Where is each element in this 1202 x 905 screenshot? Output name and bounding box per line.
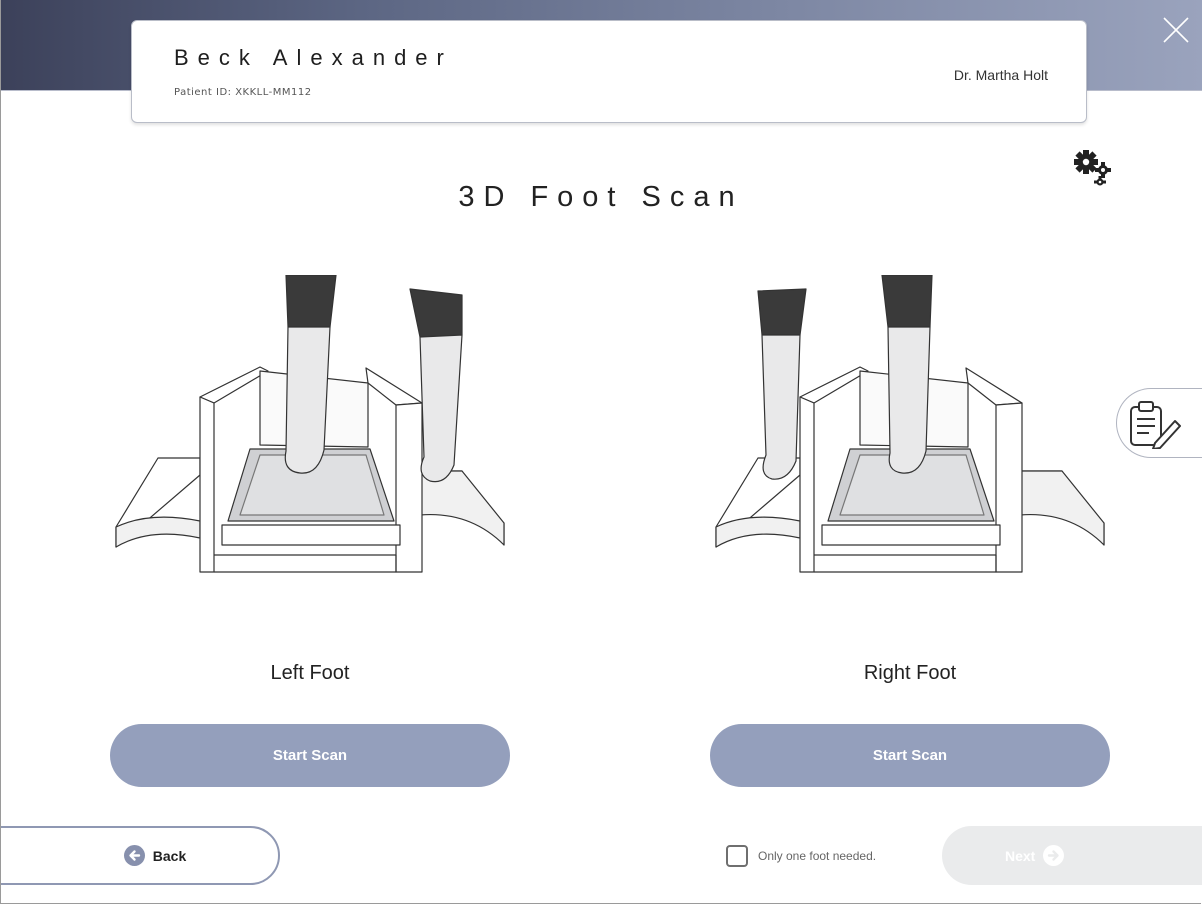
close-icon	[1163, 17, 1189, 43]
one-foot-option: Only one foot needed.	[726, 845, 876, 867]
right-start-scan-button[interactable]: Start Scan	[710, 724, 1110, 787]
right-foot-label: Right Foot	[863, 662, 957, 684]
arrow-right-icon	[1043, 845, 1065, 866]
left-start-scan-button[interactable]: Start Scan	[110, 724, 510, 787]
next-label: Next	[1005, 847, 1036, 864]
patient-card: Beck Alexander Patient ID: XKKLL-MM112 D…	[131, 20, 1087, 123]
patient-name: Beck Alexander	[174, 45, 453, 70]
one-foot-checkbox-label: Only one foot needed.	[758, 849, 877, 863]
page-title: 3D Foot Scan	[458, 181, 744, 213]
doctor-name: Dr. Martha Holt	[953, 67, 1048, 83]
close-button[interactable]	[1158, 12, 1194, 48]
left-foot-label: Left Foot	[270, 662, 350, 684]
back-button[interactable]: Back	[0, 826, 280, 885]
notes-tab[interactable]	[1116, 388, 1202, 458]
right-foot-illustration	[710, 274, 1110, 580]
one-foot-checkbox[interactable]	[726, 845, 748, 867]
arrow-left-icon	[123, 845, 145, 866]
left-foot-illustration	[110, 274, 510, 580]
clipboard-edit-icon	[1130, 401, 1181, 449]
patient-id: Patient ID: XKKLL-MM112	[174, 87, 312, 98]
back-label: Back	[152, 847, 187, 864]
next-button[interactable]: Next	[942, 826, 1202, 885]
